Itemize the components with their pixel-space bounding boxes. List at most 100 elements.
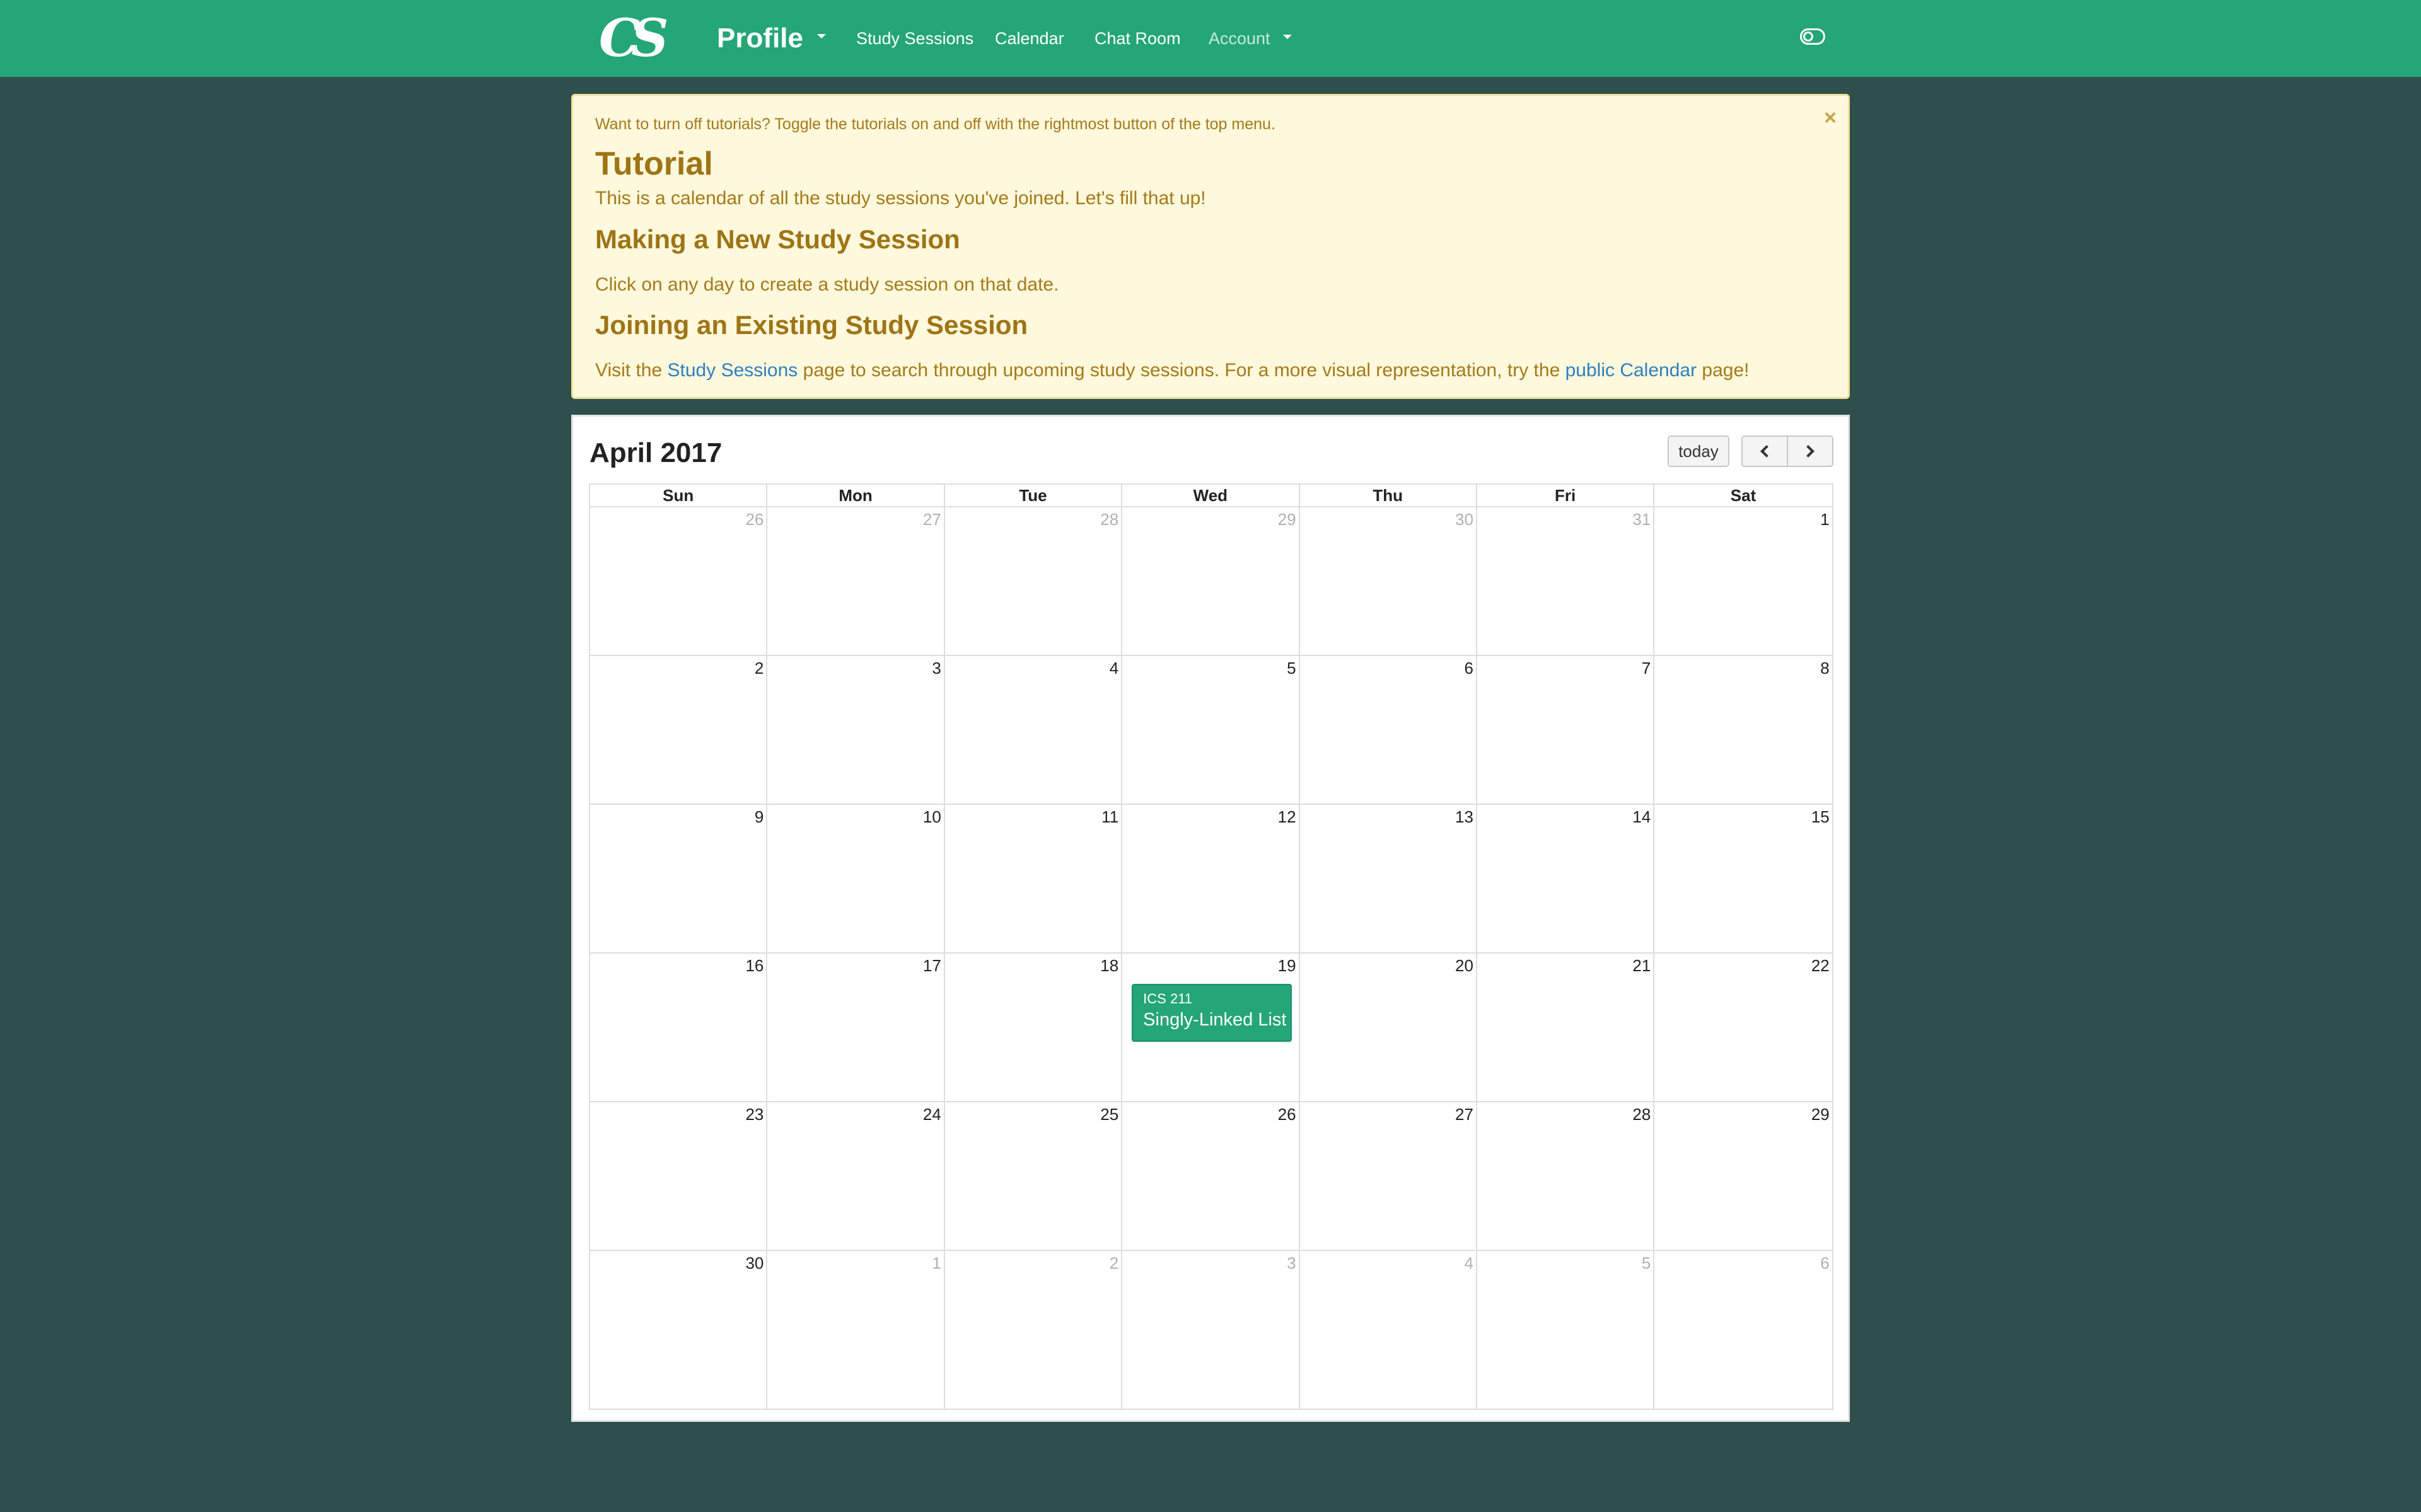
calendar-title: April 2017 xyxy=(589,437,723,468)
calendar-day[interactable]: 22 xyxy=(1654,954,1832,1101)
calendar-day[interactable]: 27 xyxy=(1300,1102,1477,1250)
calendar-day[interactable]: 1 xyxy=(1654,507,1832,655)
calendar-day[interactable]: 17 xyxy=(767,954,945,1101)
day-number: 13 xyxy=(1455,807,1473,826)
day-number: 28 xyxy=(1100,510,1119,529)
day-number: 8 xyxy=(1820,659,1830,678)
study-sessions-link[interactable]: Study Sessions xyxy=(668,360,798,381)
calendar-day[interactable]: 4 xyxy=(945,656,1123,804)
calendar-day[interactable]: 20 xyxy=(1300,954,1477,1101)
day-number: 6 xyxy=(1820,1254,1830,1273)
calendar-panel: April 2017 today Sun Mon Tue Wed Thu Fri Sat 2… xyxy=(571,415,1850,1422)
day-number: 26 xyxy=(1277,1105,1296,1124)
toggle-icon[interactable] xyxy=(1800,28,1825,45)
day-number: 24 xyxy=(922,1105,941,1124)
calendar-day[interactable]: 5 xyxy=(1477,1251,1655,1409)
weekday-sat: Sat xyxy=(1730,486,1756,505)
profile-dropdown[interactable]: Profile xyxy=(717,20,826,57)
cs-logo[interactable]: CS xyxy=(599,11,668,66)
weekday-mon: Mon xyxy=(767,485,945,506)
calendar-day[interactable]: 29 xyxy=(1122,507,1300,655)
nav-calendar[interactable]: Calendar xyxy=(995,26,1064,50)
day-number: 10 xyxy=(922,807,941,826)
calendar-day[interactable]: 3 xyxy=(1122,1251,1300,1409)
calendar-day[interactable]: 30 xyxy=(1300,507,1477,655)
calendar-day[interactable]: 23 xyxy=(590,1102,768,1250)
day-number: 21 xyxy=(1632,956,1651,975)
calendar-day[interactable]: 8 xyxy=(1654,656,1832,804)
account-dropdown[interactable]: Account xyxy=(1209,26,1292,50)
calendar-day[interactable]: 14 xyxy=(1477,805,1655,952)
calendar-day[interactable]: 19 ICS 211 Singly-Linked List xyxy=(1122,954,1300,1101)
calendar-day[interactable]: 21 xyxy=(1477,954,1655,1101)
day-number: 12 xyxy=(1277,807,1296,826)
calendar-day[interactable]: 30 xyxy=(590,1251,768,1409)
calendar-day[interactable]: 6 xyxy=(1654,1251,1832,1409)
calendar-day[interactable]: 15 xyxy=(1654,805,1832,952)
calendar-day[interactable]: 2 xyxy=(945,1251,1123,1409)
calendar-day[interactable]: 16 xyxy=(590,954,768,1101)
account-label: Account xyxy=(1209,29,1270,48)
weekday-sun: Sun xyxy=(590,485,768,506)
caret-down-icon xyxy=(816,33,826,38)
day-number: 27 xyxy=(1455,1105,1473,1124)
calendar-day[interactable]: 1 xyxy=(767,1251,945,1409)
prev-month-button[interactable] xyxy=(1741,436,1788,467)
day-number: 30 xyxy=(745,1254,764,1273)
day-number: 22 xyxy=(1811,956,1830,975)
chevron-left-icon xyxy=(1760,445,1773,458)
calendar-day[interactable]: 18 xyxy=(945,954,1123,1101)
calendar-day[interactable]: 27 xyxy=(767,507,945,655)
calendar-day[interactable]: 26 xyxy=(1122,1102,1300,1250)
next-month-button[interactable] xyxy=(1787,436,1833,467)
calendar-week: 30 1 2 3 4 5 6 xyxy=(590,1251,1832,1409)
calendar-day[interactable]: 31 xyxy=(1477,507,1655,655)
day-number: 14 xyxy=(1632,807,1651,826)
join-session-heading: Joining an Existing Study Session xyxy=(595,310,1028,340)
calendar-day[interactable]: 13 xyxy=(1300,805,1477,952)
calendar-day[interactable]: 28 xyxy=(1477,1102,1655,1250)
day-number: 16 xyxy=(745,956,764,975)
calendar-day[interactable]: 24 xyxy=(767,1102,945,1250)
public-calendar-link[interactable]: public Calendar xyxy=(1565,360,1697,381)
weekday-tue: Tue xyxy=(945,485,1123,506)
study-session-event[interactable]: ICS 211 Singly-Linked List xyxy=(1132,984,1292,1042)
day-number: 23 xyxy=(745,1105,764,1124)
calendar-week: 16 17 18 19 ICS 211 Singly-Linked List 20 21 22 xyxy=(590,954,1832,1102)
calendar-day[interactable]: 5 xyxy=(1122,656,1300,804)
calendar-day[interactable]: 2 xyxy=(590,656,768,804)
calendar-grid: Sun Mon Tue Wed Thu Fri Sat 26 27 28 29 30 31 1 2 3 4 5 6… xyxy=(589,483,1833,1410)
day-number: 5 xyxy=(1287,659,1296,678)
close-icon[interactable]: × xyxy=(1824,107,1837,129)
day-number: 19 xyxy=(1277,956,1296,975)
calendar-day[interactable]: 25 xyxy=(945,1102,1123,1250)
calendar-day[interactable]: 12 xyxy=(1122,805,1300,952)
day-number: 29 xyxy=(1277,510,1296,529)
day-number: 6 xyxy=(1464,659,1473,678)
day-number: 18 xyxy=(1100,956,1119,975)
day-number: 31 xyxy=(1632,510,1651,529)
join-text-2: page to search through upcoming study se… xyxy=(798,360,1565,381)
day-number: 4 xyxy=(1109,659,1119,678)
nav-chat-room[interactable]: Chat Room xyxy=(1094,26,1181,50)
calendar-day[interactable]: 9 xyxy=(590,805,768,952)
calendar-day[interactable]: 6 xyxy=(1300,656,1477,804)
today-button[interactable]: today xyxy=(1668,436,1729,467)
calendar-day[interactable]: 28 xyxy=(945,507,1123,655)
calendar-day[interactable]: 7 xyxy=(1477,656,1655,804)
day-number: 11 xyxy=(1101,807,1119,826)
calendar-day[interactable]: 4 xyxy=(1300,1251,1477,1409)
calendar-day[interactable]: 10 xyxy=(767,805,945,952)
calendar-week: 2 3 4 5 6 7 8 xyxy=(590,656,1832,805)
caret-down-icon xyxy=(1282,35,1292,40)
calendar-day[interactable]: 29 xyxy=(1654,1102,1832,1250)
nav-study-sessions[interactable]: Study Sessions xyxy=(856,26,973,50)
day-number: 3 xyxy=(932,659,941,678)
calendar-day[interactable]: 26 xyxy=(590,507,768,655)
join-text-1: Visit the xyxy=(595,360,668,381)
calendar-day[interactable]: 11 xyxy=(945,805,1123,952)
navbar-inner: CS Profile Study Sessions Calendar Chat … xyxy=(571,0,1850,77)
day-number: 2 xyxy=(1109,1254,1119,1273)
calendar-day[interactable]: 3 xyxy=(767,656,945,804)
tutorial-alert: × Want to turn off tutorials? Toggle the… xyxy=(571,94,1850,399)
